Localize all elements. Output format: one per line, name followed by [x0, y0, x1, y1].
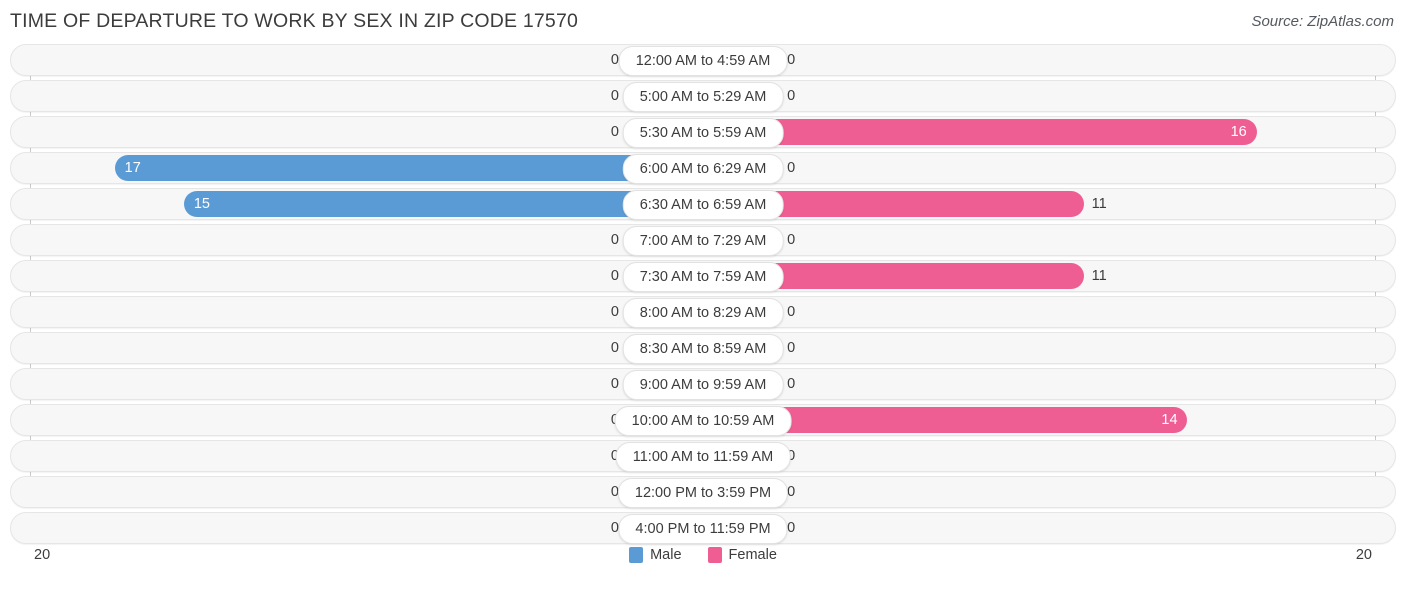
legend-label-female: Female: [728, 547, 777, 563]
female-half: 0: [703, 47, 1395, 73]
category-label: 8:30 AM to 8:59 AM: [622, 334, 784, 364]
category-label: 7:00 AM to 7:29 AM: [622, 226, 784, 256]
female-value-label: 0: [787, 304, 796, 320]
category-label: 12:00 PM to 3:59 PM: [617, 478, 789, 508]
male-value-label: 0: [610, 376, 619, 392]
page-title: TIME OF DEPARTURE TO WORK BY SEX IN ZIP …: [10, 10, 579, 32]
male-half: 0: [11, 479, 703, 505]
male-half: 15: [11, 191, 703, 217]
female-value-label: 0: [787, 88, 796, 104]
category-label: 11:00 AM to 11:59 AM: [615, 442, 791, 472]
chart-row[interactable]: 0011:00 AM to 11:59 AM: [10, 440, 1396, 472]
category-label: 9:00 AM to 9:59 AM: [622, 370, 784, 400]
chart-row[interactable]: 0 0 12:00 AM to 4:59 AM: [10, 44, 1396, 76]
female-value-label: 0: [787, 520, 796, 536]
female-value-label: 0: [787, 160, 796, 176]
female-half: 0: [703, 443, 1395, 469]
female-half: 14: [703, 407, 1395, 433]
category-label: 8:00 AM to 8:29 AM: [622, 298, 784, 328]
female-half: 0: [703, 299, 1395, 325]
female-half: 0: [703, 83, 1395, 109]
source-attribution: Source: ZipAtlas.com: [1251, 13, 1394, 30]
female-half: 0: [703, 227, 1395, 253]
female-half: 0: [703, 335, 1395, 361]
chart-row[interactable]: 0 0 9:00 AM to 9:59 AM: [10, 368, 1396, 400]
male-half: 0: [11, 443, 703, 469]
female-half: 0: [703, 371, 1395, 397]
category-label: 5:30 AM to 5:59 AM: [622, 118, 784, 148]
chart-rows: 0 0 12:00 AM to 4:59 AM 0 0 5:00 AM to 5:29 A…: [10, 44, 1396, 548]
category-label: 12:00 AM to 4:59 AM: [618, 46, 788, 76]
category-label: 10:00 AM to 10:59 AM: [614, 406, 792, 436]
category-label: 6:00 AM to 6:29 AM: [622, 154, 784, 184]
female-value-label: 11: [1091, 268, 1107, 284]
female-value-label: 0: [787, 376, 796, 392]
male-value-label: 17: [124, 160, 141, 176]
chart-plot-area: 0 0 12:00 AM to 4:59 AM 0 0 5:00 AM to 5:29 A…: [10, 44, 1396, 549]
category-label: 4:00 PM to 11:59 PM: [618, 514, 788, 544]
chart-row[interactable]: 0 14 10:00 AM to 10:59 AM: [10, 404, 1396, 436]
male-half: 0: [11, 299, 703, 325]
female-value-label: 0: [787, 232, 796, 248]
male-half: 0: [11, 83, 703, 109]
male-half: 0: [11, 47, 703, 73]
female-value-label: 0: [787, 484, 796, 500]
category-label: 5:00 AM to 5:29 AM: [622, 82, 784, 112]
category-label: 6:30 AM to 6:59 AM: [622, 190, 784, 220]
male-half: 0: [11, 335, 703, 361]
female-half: 16: [703, 119, 1395, 145]
female-value-label: 16: [1230, 124, 1247, 140]
female-half: 11: [703, 263, 1395, 289]
male-value-label: 15: [193, 196, 210, 212]
male-value-label: 0: [610, 304, 619, 320]
chart-row[interactable]: 0 0 12:00 PM to 3:59 PM: [10, 476, 1396, 508]
male-value-label: 0: [610, 124, 619, 140]
male-value-label: 0: [610, 268, 619, 284]
male-bar[interactable]: [114, 155, 703, 181]
legend-item-male[interactable]: Male: [629, 547, 682, 563]
male-half: 0: [11, 407, 703, 433]
female-value-label: 11: [1091, 196, 1107, 212]
female-bar[interactable]: [703, 119, 1257, 145]
chart-row[interactable]: 0 0 8:30 AM to 8:59 AM: [10, 332, 1396, 364]
chart-row[interactable]: 0 0 7:00 AM to 7:29 AM: [10, 224, 1396, 256]
legend-swatch-male-icon: [629, 547, 644, 563]
female-half: 11: [703, 191, 1395, 217]
female-value-label: 0: [787, 340, 796, 356]
chart-row[interactable]: 0 0 5:00 AM to 5:29 AM: [10, 80, 1396, 112]
chart-row[interactable]: 0 0 4:00 PM to 11:59 PM: [10, 512, 1396, 544]
male-half: 0: [11, 227, 703, 253]
legend-swatch-female-icon: [707, 547, 722, 563]
category-label: 7:30 AM to 7:59 AM: [622, 262, 784, 292]
male-half: 0: [11, 515, 703, 541]
legend-label-male: Male: [650, 547, 682, 563]
chart-legend: Male Female: [10, 547, 1396, 563]
male-half: 17: [11, 155, 703, 181]
male-value-label: 0: [610, 340, 619, 356]
female-value-label: 14: [1161, 412, 1178, 428]
male-half: 0: [11, 263, 703, 289]
chart-row[interactable]: 0 0 8:00 AM to 8:29 AM: [10, 296, 1396, 328]
chart-row[interactable]: 0 11 7:30 AM to 7:59 AM: [10, 260, 1396, 292]
male-half: 0: [11, 119, 703, 145]
male-half: 0: [11, 371, 703, 397]
legend-item-female[interactable]: Female: [707, 547, 777, 563]
male-value-label: 0: [610, 52, 619, 68]
male-value-label: 0: [610, 232, 619, 248]
female-half: 0: [703, 155, 1395, 181]
chart-row[interactable]: 0 16 5:30 AM to 5:59 AM: [10, 116, 1396, 148]
female-value-label: 0: [787, 52, 796, 68]
chart-row[interactable]: 15 11 6:30 AM to 6:59 AM: [10, 188, 1396, 220]
chart-row[interactable]: 17 0 6:00 AM to 6:29 AM: [10, 152, 1396, 184]
chart-footer: 20 20 Male Female: [10, 543, 1396, 587]
female-half: 0: [703, 479, 1395, 505]
chart-header: TIME OF DEPARTURE TO WORK BY SEX IN ZIP …: [0, 0, 1406, 44]
female-half: 0: [703, 515, 1395, 541]
male-value-label: 0: [610, 88, 619, 104]
